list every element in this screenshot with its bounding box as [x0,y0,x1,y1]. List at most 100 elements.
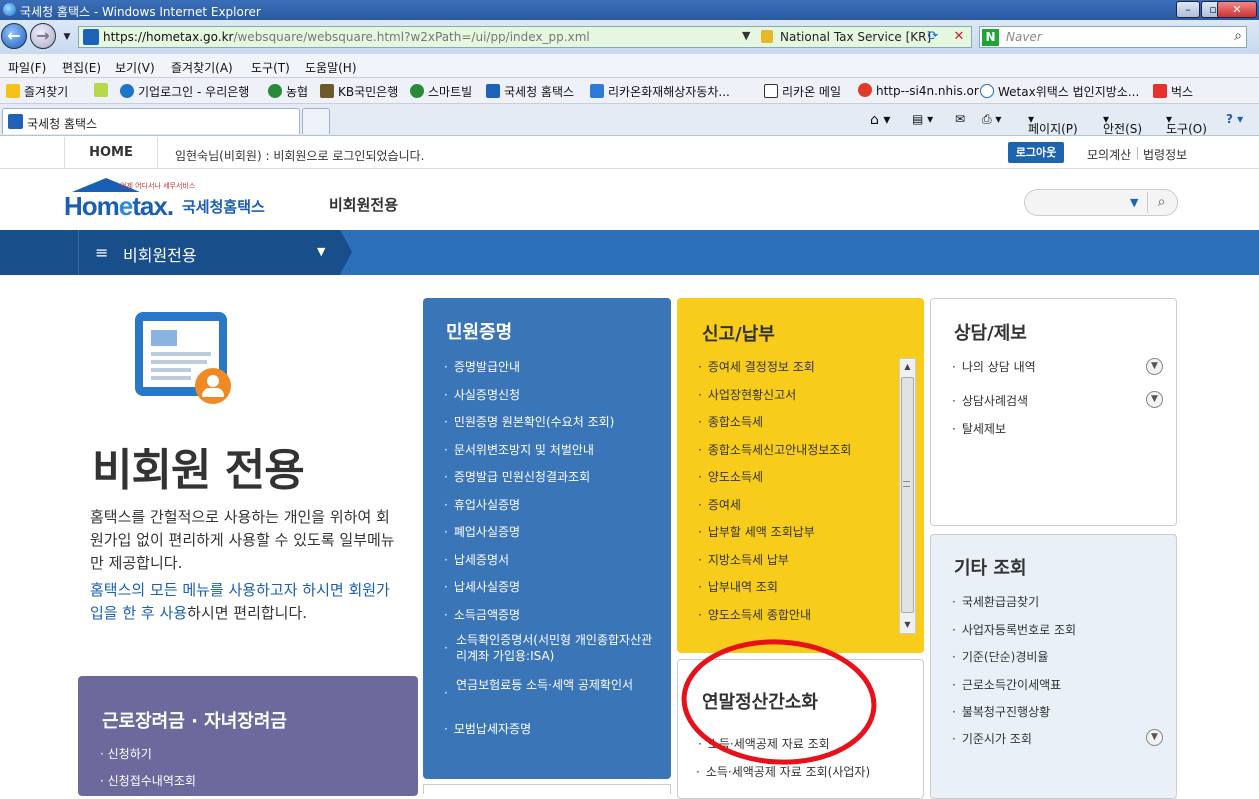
menu-link[interactable]: 지방소득세 납부 [698,551,789,568]
scroll-thumb[interactable] [901,377,914,613]
menu-link[interactable]: 증명발급 민원신청결과조회 [444,468,590,485]
fav-woori[interactable]: 기업로그인 - 우리은행 [120,83,249,100]
menu-link[interactable]: 기준시가 조회 [952,730,1032,747]
menu-link[interactable]: 소득금액증명 [444,606,520,623]
menu-link[interactable]: 기준(단순)경비율 [952,648,1049,665]
close-button[interactable]: ✕ [1217,1,1257,18]
chevron-down-icon[interactable]: ▼ [1146,729,1163,746]
menu-link[interactable]: 불복청구진행상황 [952,703,1050,720]
scroll-down-icon[interactable]: ▼ [900,617,915,633]
menu-link[interactable]: 종합소득세신고안내정보조회 [698,441,852,458]
panel-edge [423,784,671,794]
menu-link[interactable]: 사업자등록번호로 조회 [952,621,1076,638]
menu-favorites[interactable]: 즐겨찾기(A) [171,59,233,76]
globe-icon [410,84,424,98]
panel-title: 기타 조회 [954,558,1027,579]
menu-file[interactable]: 파일(F) [8,59,46,76]
forward-button[interactable]: → [30,23,56,49]
scrollbar[interactable]: ▲ ▼ [899,358,916,634]
menu-link[interactable]: 사업장현황신고서 [698,386,796,403]
menu-link[interactable]: 나의 상담 내역 [952,358,1036,375]
url-path: /websquare/websquare.html?w2xPath=/ui/pp… [233,30,590,44]
page-menu[interactable]: 페이지(P) ▾ [1028,112,1078,136]
read-mail-icon[interactable]: ✉ [955,112,965,126]
chevron-down-icon[interactable]: ▼ [1146,391,1163,408]
menu-link[interactable]: 모범납세자증명 [444,720,531,737]
eitc-panel: 근로장려금 · 자녀장려금 · 신청하기 · 신청접수내역조회 [78,676,418,796]
fav-bugs[interactable]: 벅스 [1153,83,1193,100]
mock-calc-link[interactable]: 모의계산 [1087,146,1131,163]
menu-link-pension[interactable]: 연금보험료등 소득·세액 공제확인서 [444,677,654,701]
search-placeholder: Naver [1006,30,1042,44]
logout-button[interactable]: 로그아웃 [1008,142,1064,163]
lock-icon[interactable] [761,30,773,43]
ie-icon [3,3,16,16]
law-info-link[interactable]: 법령정보 [1143,146,1187,163]
home-link[interactable]: HOME [64,137,158,169]
eitc-apply-link[interactable]: · 신청하기 [100,745,152,762]
help-icon[interactable]: ? ▾ [1226,112,1243,126]
menu-link-isa[interactable]: 소득확인증명서(서민형 개인종합자산관리계좌 가입용:ISA) [444,632,654,664]
tab-hometax[interactable]: 국세청 홈택스 [2,108,300,134]
print-icon[interactable]: ⎙ ▾ [982,112,1001,127]
new-tab-button[interactable] [302,108,330,134]
add-favorite-icon[interactable] [94,83,112,98]
chevron-down-icon[interactable]: ▼ [1146,358,1163,375]
menu-link[interactable]: 납부할 세액 조회납부 [698,523,815,540]
home-icon[interactable]: ⌂ ▾ [870,112,890,128]
menu-link[interactable]: 국세환급금찾기 [952,593,1039,610]
address-dropdown-icon[interactable]: ▼ [742,29,750,42]
fav-licaon-mail[interactable]: 리카온 메일 [764,83,841,100]
feeds-icon[interactable]: ▤ ▾ [912,112,933,126]
search-box[interactable]: N Naver ⌕ [979,26,1247,48]
menu-link[interactable]: 양도소득세 [698,468,763,485]
scroll-up-icon[interactable]: ▲ [900,359,915,375]
fav-nh[interactable]: 농협 [268,83,308,100]
menu-help[interactable]: 도움말(H) [305,59,357,76]
fav-hometax[interactable]: 국세청 홈택스 [486,83,574,100]
nav-menu-dropdown[interactable]: ≡ 비회원전용 ▼ [78,230,340,275]
fav-kb[interactable]: KB국민은행 [320,83,398,100]
site-search-input[interactable]: ▼ ⌕ [1024,189,1178,216]
favorites-button[interactable]: 즐겨찾기 [6,83,68,100]
address-bar[interactable]: https://hometax.go.kr/websquare/websquar… [78,26,972,48]
fav-nhis[interactable]: http--si4n.nhis.or [858,83,979,98]
menu-link[interactable]: 상담사례검색 [952,392,1028,409]
search-icon[interactable]: ⌕ [1234,28,1242,44]
eitc-status-link[interactable]: · 신청접수내역조회 [100,772,196,789]
back-button[interactable]: ← [1,23,27,49]
menu-link[interactable]: 납세사실증명 [444,578,520,595]
menu-link[interactable]: 탈세제보 [952,420,1006,437]
fav-wetax[interactable]: Wetax위택스 법인지방소... [980,83,1139,100]
menu-link[interactable]: 증여세 결정정보 조회 [698,358,815,375]
menu-link[interactable]: 휴업사실증명 [444,496,520,513]
civil-certificate-panel: 민원증명 증명발급안내 사실증명신청 민원증명 원본확인(수요처 조회) 문서위… [423,298,671,779]
tools-menu[interactable]: 도구(O) ▾ [1166,112,1207,136]
menu-link[interactable]: 사실증명신청 [444,386,520,403]
menu-link[interactable]: 폐업사실증명 [444,523,520,540]
menu-link[interactable]: 양도소득세 종합안내 [698,606,811,623]
menu-view[interactable]: 보기(V) [115,59,155,76]
menu-link[interactable]: 근로소득간이세액표 [952,676,1061,693]
minimize-button[interactable]: – [1176,1,1200,18]
menu-link[interactable]: 납세증명서 [444,551,509,568]
menu-edit[interactable]: 편집(E) [62,59,101,76]
menu-tools[interactable]: 도구(T) [251,59,290,76]
search-icon[interactable]: ⌕ [1147,192,1175,213]
menu-link[interactable]: 문서위변조방지 및 처벌안내 [444,441,594,458]
menu-link[interactable]: 납부내역 조회 [698,578,778,595]
safety-menu[interactable]: 안전(S) ▾ [1103,112,1142,136]
history-dropdown-icon[interactable]: ▼ [58,28,76,46]
chevron-down-icon[interactable]: ▼ [1130,196,1138,209]
stop-icon[interactable]: ✕ [950,28,968,46]
fav-licaon[interactable]: 리카온화재해상자동차... [590,83,730,100]
refresh-icon[interactable]: ⟳ [924,28,942,46]
menu-link[interactable]: 증여세 [698,496,741,513]
hometax-logo[interactable]: 언제 어디서나 세무서비스 Hometax. 국세청홈택스 [64,178,274,224]
fav-smartbill[interactable]: 스마트빌 [410,83,472,100]
menu-link[interactable]: 민원증명 원본확인(수요처 조회) [444,413,615,430]
certificate-label[interactable]: National Tax Service [KR] [780,30,931,44]
menu-link[interactable]: 증명발급안내 [444,358,520,375]
menu-link[interactable]: 종합소득세 [698,413,763,430]
red-highlight-ellipse [681,639,877,765]
